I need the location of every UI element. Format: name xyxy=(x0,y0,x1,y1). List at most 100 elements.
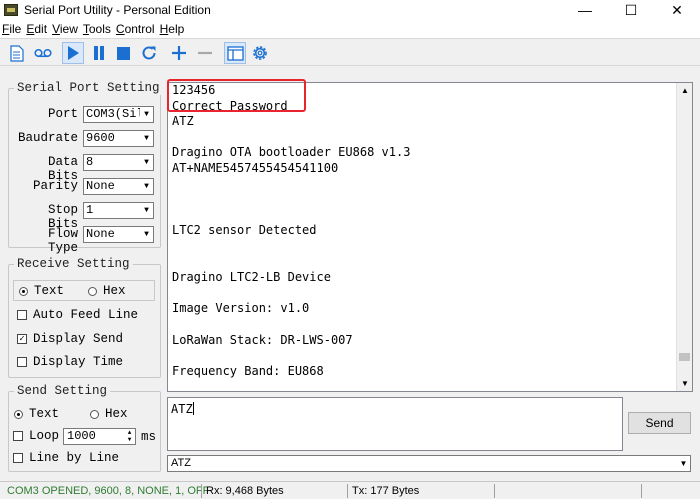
display-time-checkbox[interactable]: Display Time xyxy=(17,355,123,369)
refresh-icon[interactable] xyxy=(138,42,160,64)
stop-icon[interactable] xyxy=(112,42,134,64)
baudrate-value: 9600 xyxy=(86,131,115,145)
stepper-arrows-icon[interactable]: ▲ ▼ xyxy=(124,429,135,444)
baudrate-select[interactable]: 9600 ▼ xyxy=(83,130,154,147)
send-history-select[interactable]: ATZ ▼ xyxy=(167,455,691,472)
receive-hex-label: Hex xyxy=(103,284,126,298)
received-line: Frequency Band: EU868 xyxy=(172,363,324,378)
record-icon[interactable] xyxy=(32,42,54,64)
pause-icon[interactable] xyxy=(88,42,110,64)
send-text-radio[interactable]: Text xyxy=(14,407,59,421)
toolbar xyxy=(0,38,700,66)
received-line: LTC2 sensor Detected xyxy=(172,223,317,238)
status-divider xyxy=(201,484,202,498)
receive-text-label: Text xyxy=(34,284,65,298)
databits-select[interactable]: 8 ▼ xyxy=(83,154,154,171)
chevron-down-icon: ▼ xyxy=(140,227,153,242)
send-history-value: ATZ xyxy=(171,457,191,469)
checkbox-icon xyxy=(13,431,23,441)
send-input-value: ATZ xyxy=(171,402,193,416)
window-controls: — ☐ ✕ xyxy=(562,0,700,20)
menu-edit[interactable]: Edit xyxy=(24,22,50,36)
parity-select[interactable]: None ▼ xyxy=(83,178,154,195)
flowtype-value: None xyxy=(86,227,115,241)
menu-file[interactable]: File xyxy=(0,22,24,36)
add-icon[interactable] xyxy=(168,42,190,64)
stopbits-value: 1 xyxy=(86,203,94,217)
received-line: AT+NAME5457455454541100 xyxy=(172,161,339,175)
loop-unit-label: ms xyxy=(141,430,157,444)
scroll-up-icon[interactable]: ▲ xyxy=(677,83,692,98)
send-button[interactable]: Send xyxy=(628,412,691,434)
send-setting-legend: Send Setting xyxy=(14,384,111,398)
receive-text-area[interactable]: 123456 Correct Password ATZ Dragino OTA boo… xyxy=(167,82,693,392)
receive-scrollbar[interactable]: ▲ ▼ xyxy=(676,83,692,391)
status-divider xyxy=(641,484,642,498)
flowtype-select[interactable]: None ▼ xyxy=(83,226,154,243)
parity-value: None xyxy=(86,179,115,193)
radio-icon xyxy=(90,409,99,419)
settings-icon[interactable] xyxy=(249,42,271,64)
close-button[interactable]: ✕ xyxy=(654,0,700,20)
flowtype-label: Flow Type xyxy=(47,227,78,255)
connection-status: COM3 OPENED, 9600, 8, NONE, 1, OFF xyxy=(7,485,210,497)
chevron-down-icon: ▼ xyxy=(679,459,688,468)
menu-tools[interactable]: Tools xyxy=(81,22,114,36)
port-label: Port xyxy=(47,107,78,121)
baudrate-label: Baudrate xyxy=(17,131,78,145)
databits-value: 8 xyxy=(86,155,94,169)
stopbits-select[interactable]: 1 ▼ xyxy=(83,202,154,219)
chevron-down-icon: ▼ xyxy=(140,203,153,218)
app-window: Serial Port Utility - Personal Edition —… xyxy=(0,0,700,499)
send-hex-radio[interactable]: Hex xyxy=(90,407,128,421)
auto-feed-line-label: Auto Feed Line xyxy=(33,308,139,322)
title-bar: Serial Port Utility - Personal Edition —… xyxy=(0,0,700,20)
port-select[interactable]: COM3(Sil ▼ xyxy=(83,106,154,123)
received-line: LoRaWan Stack: DR-LWS-007 xyxy=(172,332,353,347)
received-line: Image Version: v1.0 xyxy=(172,301,310,316)
send-input[interactable]: ATZ xyxy=(167,397,623,451)
menu-bar: File Edit View Tools Control Help xyxy=(0,20,700,38)
send-text-label: Text xyxy=(29,407,60,421)
received-line: Dragino LTC2-LB Device xyxy=(172,270,331,285)
menu-control[interactable]: Control xyxy=(114,22,158,36)
app-icon xyxy=(4,4,18,16)
loop-interval-value: 1000 xyxy=(67,429,96,443)
chevron-down-icon: ▼ xyxy=(140,131,153,146)
scroll-down-icon[interactable]: ▼ xyxy=(677,376,692,391)
status-divider xyxy=(494,484,495,498)
play-icon[interactable] xyxy=(62,42,84,64)
receive-setting-legend: Receive Setting xyxy=(14,257,133,271)
line-by-line-label: Line by Line xyxy=(29,451,120,465)
display-send-label: Display Send xyxy=(33,332,124,346)
text-cursor xyxy=(192,402,194,415)
chevron-down-icon: ▼ xyxy=(140,155,153,170)
tx-count: Tx: 177 Bytes xyxy=(352,485,420,497)
remove-icon[interactable] xyxy=(194,42,216,64)
radio-icon xyxy=(88,286,97,296)
checkmark-icon: ✓ xyxy=(17,334,27,344)
loop-label: Loop xyxy=(29,429,60,443)
checkbox-icon xyxy=(13,453,23,463)
display-send-checkbox[interactable]: ✓ Display Send xyxy=(17,332,123,346)
checkbox-icon xyxy=(17,310,27,320)
receive-hex-radio[interactable]: Hex xyxy=(88,284,126,298)
layout-icon[interactable] xyxy=(224,42,246,64)
port-value: COM3(Sil xyxy=(86,107,144,121)
received-line: Dragino OTA bootloader EU868 v1.3 xyxy=(172,145,411,160)
received-line: ATZ xyxy=(172,114,194,129)
receive-text-radio[interactable]: Text xyxy=(19,284,64,298)
loop-interval-stepper[interactable]: 1000 ▲ ▼ xyxy=(63,428,136,445)
new-file-icon[interactable] xyxy=(6,42,28,64)
loop-checkbox[interactable]: Loop xyxy=(13,429,59,443)
highlight-annotation-box xyxy=(167,79,306,112)
status-bar: COM3 OPENED, 9600, 8, NONE, 1, OFF Rx: 9… xyxy=(0,481,700,499)
auto-feed-line-checkbox[interactable]: Auto Feed Line xyxy=(17,308,138,322)
menu-view[interactable]: View xyxy=(50,22,81,36)
scrollbar-thumb[interactable] xyxy=(679,353,690,361)
maximize-button[interactable]: ☐ xyxy=(608,0,654,20)
menu-help[interactable]: Help xyxy=(158,22,188,36)
serial-port-legend: Serial Port Setting xyxy=(14,81,163,95)
minimize-button[interactable]: — xyxy=(562,0,608,20)
line-by-line-checkbox[interactable]: Line by Line xyxy=(13,451,119,465)
